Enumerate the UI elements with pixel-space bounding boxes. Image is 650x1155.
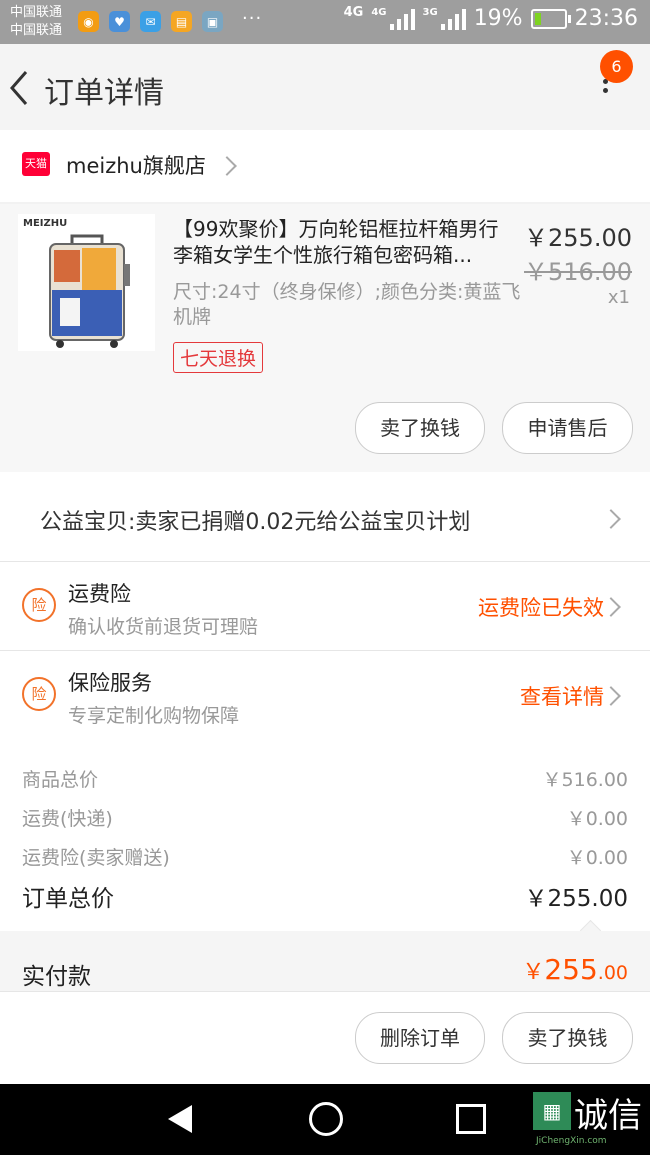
insurance-subtitle: 确认收货前退货可理赔 xyxy=(68,616,259,638)
carrier-1: 中国联通 xyxy=(10,5,63,20)
network-label-2: 4G xyxy=(371,6,387,18)
product-price: ￥255.00 xyxy=(524,224,632,252)
shipping-label: 运费(快递) xyxy=(22,808,113,830)
back-arrow-icon[interactable] xyxy=(8,68,32,108)
brand-logo: MEIZHU xyxy=(23,218,68,229)
product-quantity: x1 xyxy=(607,287,630,308)
suitcase-illustration xyxy=(49,234,130,348)
original-price: ￥516.00 xyxy=(524,258,632,286)
shipping-insurance-value: ￥0.00 xyxy=(566,847,628,869)
resell-button[interactable]: 卖了换钱 xyxy=(502,1012,633,1064)
nav-recents-icon[interactable] xyxy=(456,1104,486,1134)
battery-percent: 19% xyxy=(473,6,523,31)
signal-icon-2: 3G xyxy=(422,6,466,30)
watermark-logo-icon: ▦ xyxy=(533,1092,571,1130)
battery-icon xyxy=(530,8,571,29)
store-row[interactable]: 天猫 meizhu旗舰店 xyxy=(0,130,650,202)
product-sku: 尺寸:24寸（终身保修）;颜色分类:黄蓝飞机牌 xyxy=(173,281,521,328)
insurance-service-row[interactable]: 险 保险服务 专享定制化购物保障 查看详情 xyxy=(0,651,650,740)
paid-currency: ￥ xyxy=(522,960,545,985)
paid-label: 实付款 xyxy=(22,964,91,990)
delete-order-button[interactable]: 删除订单 xyxy=(355,1012,485,1064)
insurance-subtitle: 专享定制化购物保障 xyxy=(68,705,240,727)
insurance-icon: 险 xyxy=(22,588,56,622)
notification-icons: ◉ ♥ ✉ ▤ ▣ xyxy=(78,11,223,32)
paid-decimal: .00 xyxy=(597,962,628,984)
product-title[interactable]: 【99欢聚价】万向轮铝框拉杆箱男行李箱女学生个性旅行箱包密码箱... xyxy=(173,216,518,268)
after-sale-button[interactable]: 申请售后 xyxy=(502,402,633,454)
product-card: MEIZHU 【99欢聚价】万向轮铝框拉杆箱男行李箱女学生个性旅行箱包密码箱..… xyxy=(0,204,650,472)
message-badge: 6 xyxy=(600,50,633,83)
order-total-label: 订单总价 xyxy=(22,886,114,912)
insurance-status: 运费险已失效 xyxy=(478,596,604,620)
charity-text: 公益宝贝:卖家已捐赠0.02元给公益宝贝计划 xyxy=(40,510,471,535)
seven-day-return-badge: 七天退换 xyxy=(173,342,264,373)
health-icon: ♥ xyxy=(109,11,130,32)
status-right: 4G 4G 3G 19% 23:36 xyxy=(343,5,638,31)
insurance-title: 保险服务 xyxy=(68,671,152,695)
more-notifications-icon: ··· xyxy=(242,8,263,29)
shipping-value: ￥0.00 xyxy=(566,808,628,830)
carrier-info: 中国联通 中国联通 xyxy=(10,4,62,40)
chevron-right-icon xyxy=(217,156,237,176)
chevron-right-icon xyxy=(601,686,621,706)
resell-button[interactable]: 卖了换钱 xyxy=(355,402,485,454)
uc-browser-icon: ◉ xyxy=(78,11,99,32)
status-bar: 中国联通 中国联通 ◉ ♥ ✉ ▤ ▣ ··· 4G 4G 3G 19% 23:… xyxy=(0,0,650,44)
order-total-value: ￥255.00 xyxy=(524,886,628,912)
nav-back-icon[interactable] xyxy=(168,1105,192,1133)
insurance-title: 运费险 xyxy=(68,582,131,606)
message-icon: ✉ xyxy=(140,11,161,32)
chevron-right-icon xyxy=(601,597,621,617)
shipping-insurance-label: 运费险(卖家赠送) xyxy=(22,847,170,869)
chevron-right-icon xyxy=(601,509,621,529)
notes-icon: ▤ xyxy=(171,11,192,32)
charity-row[interactable]: 公益宝贝:卖家已捐赠0.02元给公益宝贝计划 xyxy=(0,472,650,562)
goods-total-value: ￥516.00 xyxy=(542,769,628,791)
store-name: meizhu旗舰店 xyxy=(66,154,206,178)
system-nav-bar: ▦ 诚信 JiChengXin.com xyxy=(0,1084,650,1155)
watermark-subtext: JiChengXin.com xyxy=(536,1136,607,1146)
app-header: 订单详情 6 xyxy=(0,44,650,130)
insurance-details-link[interactable]: 查看详情 xyxy=(520,681,604,711)
paid-integer: 255 xyxy=(544,953,598,986)
tmall-logo-icon: 天猫 xyxy=(22,152,50,176)
signal-icon-1: 4G xyxy=(371,6,415,30)
clock: 23:36 xyxy=(574,6,638,31)
bottom-action-bar: 删除订单 卖了换钱 xyxy=(0,992,650,1084)
nav-home-icon[interactable] xyxy=(309,1102,343,1136)
shipping-insurance-row[interactable]: 险 运费险 确认收货前退货可理赔 运费险已失效 xyxy=(0,562,650,651)
watermark-text: 诚信 xyxy=(574,1096,642,1136)
carrier-2: 中国联通 xyxy=(10,23,63,38)
goods-total-label: 商品总价 xyxy=(22,769,99,791)
price-summary: 商品总价 ￥516.00 运费(快递) ￥0.00 运费险(卖家赠送) ￥0.0… xyxy=(0,739,650,942)
product-image[interactable]: MEIZHU xyxy=(18,214,155,351)
amount-paid-row: 实付款 ￥255.00 xyxy=(0,931,650,992)
paid-amount: ￥255.00 xyxy=(522,953,628,986)
gallery-icon: ▣ xyxy=(202,11,223,32)
insurance-icon: 险 xyxy=(22,677,56,711)
network-label-3: 3G xyxy=(422,6,438,18)
network-label-1: 4G xyxy=(343,5,364,20)
page-title: 订单详情 xyxy=(44,76,164,111)
